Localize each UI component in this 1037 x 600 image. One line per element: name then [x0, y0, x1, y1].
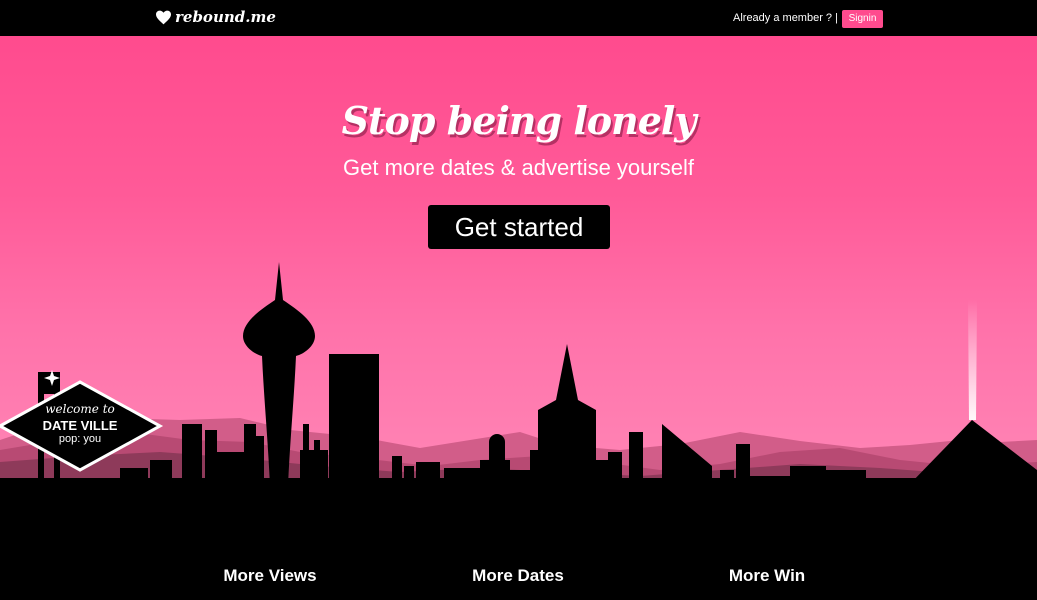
- feature-more-dates: More Dates: [472, 566, 564, 585]
- city-skyline-illustration: [0, 262, 1037, 486]
- feature-more-win: More Win: [728, 566, 806, 585]
- features-strip: More Views More Dates More Win: [0, 486, 1037, 600]
- beacon-beam: [968, 300, 977, 420]
- member-prompt: Already a member ? |: [733, 12, 838, 24]
- top-navbar: rebound.me Already a member ? | Signin: [0, 0, 1037, 36]
- feature-more-views: More Views: [223, 566, 317, 585]
- heart-icon: [156, 10, 171, 24]
- sign-population: pop: you: [58, 433, 102, 445]
- signin-button[interactable]: Signin: [842, 10, 883, 28]
- logo-text: rebound.me: [175, 8, 276, 26]
- sign-town-name: DATE VILLE: [42, 418, 118, 433]
- brand-logo[interactable]: rebound.me: [155, 8, 276, 26]
- sign-welcome-text: welcome to: [45, 402, 115, 416]
- hero-section: Stop being lonely Get more dates & adver…: [0, 36, 1037, 486]
